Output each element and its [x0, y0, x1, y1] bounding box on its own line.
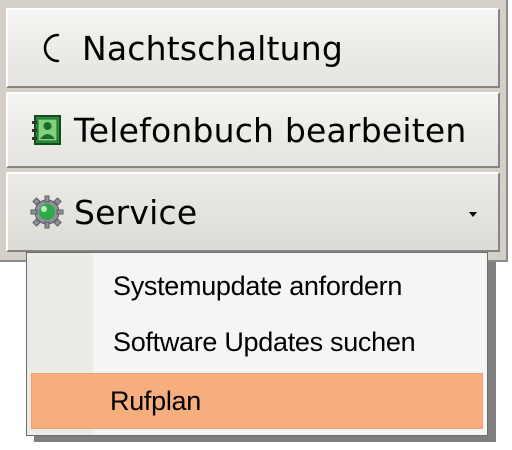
app-root: Nachtschaltung Telefonbuch bearbeiten Se… — [0, 0, 512, 450]
nachtschaltung-button[interactable]: Nachtschaltung — [6, 8, 500, 88]
service-dropdown-button[interactable]: Service — [6, 172, 500, 252]
menu-item-label: Software Updates suchen — [113, 326, 416, 357]
telefonbuch-bearbeiten-label: Telefonbuch bearbeiten — [74, 110, 467, 150]
menu-item-label: Systemupdate anfordern — [113, 270, 403, 301]
menu-item-label: Rufplan — [110, 385, 201, 416]
service-dropdown-menu: Systemupdate anfordern Software Updates … — [26, 252, 488, 436]
telefonbuch-bearbeiten-button[interactable]: Telefonbuch bearbeiten — [6, 92, 500, 168]
menu-item-systemupdate-anfordern[interactable]: Systemupdate anfordern — [31, 259, 483, 313]
nachtschaltung-label: Nachtschaltung — [82, 28, 344, 68]
menu-item-software-updates-suchen[interactable]: Software Updates suchen — [31, 315, 483, 369]
service-label: Service — [74, 192, 198, 232]
button-panel-inner: Nachtschaltung Telefonbuch bearbeiten Se… — [6, 0, 500, 254]
chevron-down-icon — [466, 206, 480, 220]
menu-item-rufplan[interactable]: Rufplan — [31, 373, 483, 429]
button-panel: Nachtschaltung Telefonbuch bearbeiten Se… — [0, 0, 508, 262]
service-gear-icon — [30, 195, 64, 229]
phonebook-icon — [30, 113, 64, 147]
moon-icon — [36, 31, 70, 65]
